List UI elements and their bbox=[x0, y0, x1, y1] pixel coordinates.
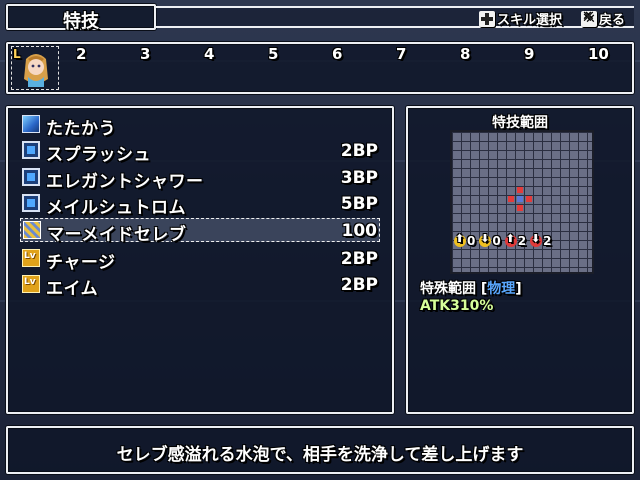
skill-row-attack[interactable]: たたかう bbox=[20, 113, 380, 139]
skill-range-panel: 特技範囲 0 0 2 2 特殊範囲 [物理] ATK310% bbox=[406, 106, 634, 414]
skill-name: チャージ bbox=[46, 253, 116, 273]
atk-multiplier: ATK310% bbox=[420, 298, 494, 314]
party-slot-4[interactable]: 4 bbox=[204, 45, 214, 63]
skill-list-panel: たたかう スプラッシュ 2BP エレガントシャワー 3BP メイルシュトロム 5… bbox=[6, 106, 394, 414]
water-skill-icon bbox=[22, 168, 40, 186]
character-portrait[interactable]: L bbox=[11, 46, 59, 90]
damage-type: 物理 bbox=[487, 281, 516, 297]
skill-cost: 100 bbox=[341, 221, 378, 241]
title-panel: 特技 bbox=[6, 4, 156, 32]
range-hit-cell bbox=[526, 196, 532, 202]
party-slot-2[interactable]: 2 bbox=[76, 45, 86, 63]
arrow-down-icon bbox=[530, 232, 543, 247]
range-grid bbox=[450, 130, 594, 274]
range-hit-cell bbox=[508, 196, 514, 202]
skill-name: エレガントシャワー bbox=[46, 172, 204, 192]
skill-name: エイム bbox=[46, 279, 99, 299]
skill-select-label: スキル選択 bbox=[497, 13, 563, 28]
party-slot-9[interactable]: 9 bbox=[524, 45, 534, 63]
arrow-up-icon bbox=[504, 232, 517, 247]
attack-icon bbox=[22, 115, 40, 133]
skill-row-mermaid-celeb[interactable]: マーメイドセレブ 100 bbox=[20, 218, 380, 245]
range-hit-cell bbox=[517, 205, 523, 211]
skill-name: たたかう bbox=[46, 119, 116, 139]
stat-down-yellow: 0 bbox=[479, 232, 501, 248]
skill-row-aim[interactable]: エイム 2BP bbox=[20, 273, 380, 299]
mermaid-character-icon bbox=[24, 54, 48, 87]
dpad-icon bbox=[479, 10, 495, 27]
stat-up-yellow: 0 bbox=[454, 232, 475, 248]
skill-name: マーメイドセレブ bbox=[47, 225, 187, 245]
description-panel: セレブ感溢れる水泡で、相手を洗浄して差し上げます bbox=[6, 426, 634, 474]
party-slot-8[interactable]: 8 bbox=[460, 45, 470, 63]
page-title: 特技 bbox=[63, 11, 99, 32]
skill-cost: 2BP bbox=[340, 275, 378, 295]
skill-row-maelstrom[interactable]: メイルシュトロム 5BP bbox=[20, 192, 380, 218]
party-slot-10[interactable]: 10 bbox=[588, 45, 609, 63]
header-bar bbox=[156, 6, 634, 28]
party-slot-7[interactable]: 7 bbox=[396, 45, 406, 63]
arrow-up-icon bbox=[454, 232, 466, 247]
skill-cost: 2BP bbox=[340, 249, 378, 269]
range-stats: 0 0 2 2 bbox=[454, 232, 551, 248]
buff-skill-icon bbox=[22, 249, 40, 267]
range-hit-cell bbox=[517, 187, 523, 193]
party-slot-3[interactable]: 3 bbox=[140, 45, 150, 63]
party-slot-5[interactable]: 5 bbox=[268, 45, 278, 63]
skill-description: セレブ感溢れる水泡で、相手を洗浄して差し上げます bbox=[116, 445, 524, 465]
back-hint[interactable]: 戻る bbox=[581, 9, 625, 28]
range-center-cell bbox=[517, 196, 523, 202]
back-label: 戻る bbox=[599, 13, 626, 28]
skill-row-splash[interactable]: スプラッシュ 2BP bbox=[20, 139, 380, 165]
skill-row-charge[interactable]: チャージ 2BP bbox=[20, 247, 380, 273]
skill-name: スプラッシュ bbox=[46, 145, 151, 165]
x-button-icon bbox=[581, 10, 597, 27]
skill-cost: 5BP bbox=[340, 194, 378, 214]
skill-cost: 3BP bbox=[340, 168, 378, 188]
buff-skill-icon bbox=[22, 275, 40, 293]
stat-down-red: 2 bbox=[530, 232, 551, 248]
skill-cost: 2BP bbox=[340, 141, 378, 161]
stat-up-red: 2 bbox=[504, 232, 526, 248]
water-skill-icon bbox=[22, 194, 40, 212]
water-skill-icon bbox=[22, 141, 40, 159]
skill-select-hint[interactable]: スキル選択 bbox=[479, 9, 562, 28]
range-title: 特技範囲 bbox=[492, 115, 548, 131]
party-strip: L 2 3 4 5 6 7 8 9 10 bbox=[6, 42, 634, 94]
range-type: 特殊範囲 [物理] bbox=[420, 281, 522, 297]
skill-name: メイルシュトロム bbox=[46, 198, 186, 218]
skill-row-elegant-shower[interactable]: エレガントシャワー 3BP bbox=[20, 166, 380, 192]
special-skill-icon bbox=[23, 221, 41, 239]
party-slot-6[interactable]: 6 bbox=[332, 45, 342, 63]
arrow-down-icon bbox=[479, 232, 492, 247]
